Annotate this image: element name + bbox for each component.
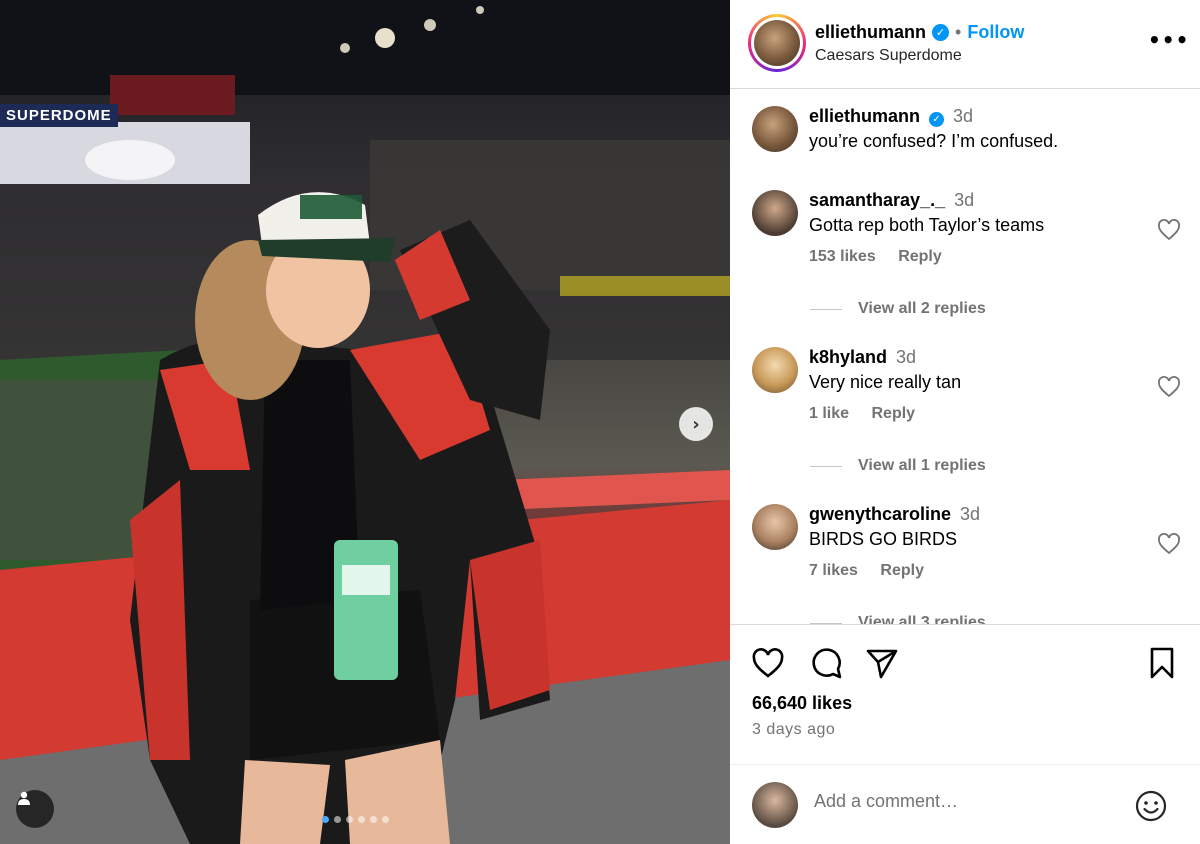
like-heart-icon[interactable] (750, 645, 786, 681)
reply-button[interactable]: Reply (898, 248, 942, 265)
carousel-dot-active (322, 816, 329, 823)
comment-text: BIRDS GO BIRDS (809, 529, 958, 549)
like-count[interactable]: 66,640 likes (752, 693, 852, 714)
separator-dot: • (955, 22, 962, 42)
story-ring[interactable] (748, 14, 806, 72)
chevron-right-icon: › (692, 413, 700, 435)
reply-button[interactable]: Reply (871, 405, 915, 422)
superdome-banner-text: SUPERDOME (0, 104, 118, 127)
carousel-dot (358, 816, 365, 823)
comment-likes[interactable]: 153 likes (809, 248, 876, 265)
commenter-avatar[interactable] (752, 347, 798, 393)
comment-text: Gotta rep both Taylor’s teams (809, 215, 1045, 235)
comment-icon[interactable] (808, 645, 844, 681)
carousel-dot (382, 816, 389, 823)
comment-time[interactable]: 3d (954, 190, 974, 210)
caption-time[interactable]: 3d (953, 106, 973, 126)
view-replies-button[interactable]: View all 3 replies (810, 614, 986, 624)
comment-likes[interactable]: 1 like (809, 405, 849, 422)
view-replies-button[interactable]: View all 1 replies (810, 457, 986, 475)
comment-composer (730, 764, 1200, 844)
reply-button[interactable]: Reply (880, 562, 924, 579)
current-user-avatar (752, 782, 798, 828)
post-side-panel: elliethumann ✓ • Follow Caesars Superdom… (730, 0, 1200, 844)
author-username[interactable]: elliethumann (815, 22, 926, 43)
post-header: elliethumann ✓ • Follow Caesars Superdom… (730, 0, 1200, 89)
comment-username[interactable]: samantharay_._ (809, 190, 945, 210)
comment-list[interactable]: elliethumann ✓ 3d you’re confused? I’m c… (730, 90, 1200, 624)
caption-text: you’re confused? I’m confused. (809, 131, 1059, 151)
post-timestamp[interactable]: 3 days ago (752, 721, 835, 739)
commenter-avatar[interactable] (752, 504, 798, 550)
author-name-row: elliethumann ✓ • Follow (815, 22, 1024, 43)
post-location[interactable]: Caesars Superdome (815, 47, 962, 65)
verified-badge-icon: ✓ (932, 24, 950, 41)
carousel-dot (370, 816, 377, 823)
heart-icon[interactable] (1157, 375, 1181, 399)
post-actions: 66,640 likes 3 days ago (730, 624, 1200, 764)
caption-username[interactable]: elliethumann (809, 106, 920, 126)
author-avatar[interactable] (754, 20, 800, 66)
emoji-icon[interactable] (1134, 789, 1168, 823)
next-slide-button[interactable]: › (679, 407, 713, 441)
carousel-dots (322, 816, 389, 823)
comment-input[interactable] (814, 791, 1114, 812)
carousel-dot (346, 816, 353, 823)
more-icon[interactable]: ••• (1148, 28, 1189, 52)
author-avatar-small[interactable] (752, 106, 798, 152)
bookmark-icon[interactable] (1144, 645, 1180, 681)
comment-username[interactable]: k8hyland (809, 347, 887, 367)
verified-badge-icon: ✓ (929, 112, 945, 127)
tagged-users-button[interactable] (16, 790, 54, 828)
share-icon[interactable] (864, 645, 900, 681)
heart-icon[interactable] (1157, 532, 1181, 556)
comment-username[interactable]: gwenythcaroline (809, 504, 951, 524)
comment-likes[interactable]: 7 likes (809, 562, 858, 579)
follow-button[interactable]: Follow (967, 22, 1024, 43)
comment-time[interactable]: 3d (896, 347, 916, 367)
comment-text: Very nice really tan (809, 372, 962, 392)
heart-icon[interactable] (1157, 218, 1181, 242)
carousel-dot (334, 816, 341, 823)
comment-time[interactable]: 3d (960, 504, 980, 524)
view-replies-button[interactable]: View all 2 replies (810, 300, 986, 318)
post-media[interactable]: SUPERDOME › (0, 0, 730, 844)
commenter-avatar[interactable] (752, 190, 798, 236)
user-tag-icon (18, 791, 30, 805)
